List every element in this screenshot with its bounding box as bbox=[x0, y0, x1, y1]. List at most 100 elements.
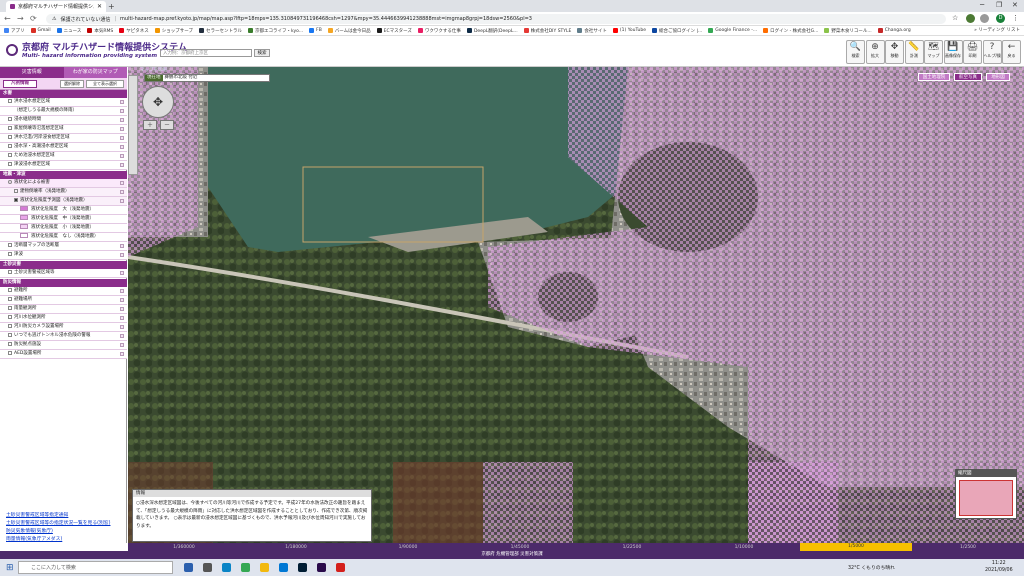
layer-row[interactable]: ため池浸水想定区域 bbox=[0, 152, 127, 161]
extension-icon[interactable] bbox=[966, 14, 975, 23]
layer-checkbox[interactable] bbox=[8, 251, 12, 256]
layer-checkbox[interactable] bbox=[8, 296, 12, 301]
layer-row[interactable]: 洪水浸水想定区域 bbox=[0, 98, 127, 107]
print-map-link[interactable]: マップを印刷 bbox=[140, 67, 167, 73]
layer-row[interactable]: 浸水深・高潮浸水想定区域 bbox=[0, 143, 127, 152]
layer-section-header[interactable]: 地震・津波 bbox=[0, 171, 127, 179]
layer-row[interactable]: 家屋倒壊等氾濫想定区域 bbox=[0, 125, 127, 134]
layer-help-icon[interactable] bbox=[120, 154, 124, 158]
mail-icon[interactable] bbox=[279, 563, 288, 572]
bookmark-item[interactable]: ショップサーブ bbox=[154, 28, 193, 34]
layer-section-header[interactable]: 土砂災害 bbox=[0, 261, 127, 269]
toolbar-button[interactable]: 🗺 マップ bbox=[924, 40, 943, 64]
bookmark-item[interactable]: アプリ bbox=[4, 28, 25, 34]
scale-step[interactable]: 1/180000 bbox=[240, 545, 352, 550]
acrobat-icon[interactable] bbox=[336, 563, 345, 572]
reading-list-button[interactable]: » リーディング リスト bbox=[974, 27, 1020, 33]
bookmark-item[interactable]: 本気RMS bbox=[87, 28, 113, 34]
map-side-controls[interactable] bbox=[128, 75, 138, 175]
edge-icon[interactable] bbox=[222, 563, 231, 572]
windows-start-icon[interactable]: ⊞ bbox=[6, 563, 14, 573]
overview-minimap[interactable]: 縮尺図 bbox=[955, 469, 1017, 519]
minimap-view[interactable] bbox=[959, 480, 1013, 516]
layer-row[interactable]: いつでも逃げトンネル浸水危険の警報 bbox=[0, 332, 127, 341]
panel-link[interactable]: 土砂災害警戒区域等の指定状況一覧を見る(別窓) bbox=[6, 519, 126, 526]
layer-checkbox[interactable] bbox=[8, 116, 12, 121]
layer-checkbox[interactable] bbox=[8, 332, 12, 337]
layer-checkbox[interactable] bbox=[8, 242, 12, 247]
layer-row[interactable]: 液状化危険度 大（浅発地震） bbox=[0, 206, 127, 215]
bookmark-item[interactable]: バームは金今日品 bbox=[327, 28, 371, 34]
layer-checkbox[interactable] bbox=[14, 197, 18, 202]
layer-checkbox[interactable] bbox=[8, 161, 12, 166]
chrome-icon[interactable] bbox=[241, 563, 250, 572]
map-canvas[interactable] bbox=[128, 67, 1024, 543]
layer-row[interactable]: 避難場所 bbox=[0, 296, 127, 305]
bookmark-star-icon[interactable]: ☆ bbox=[952, 14, 958, 22]
layer-row[interactable]: 津波浸水想定区域 bbox=[0, 161, 127, 170]
bookmark-item[interactable]: DeepL翻訳(DeepL... bbox=[466, 28, 518, 34]
layer-checkbox[interactable] bbox=[8, 305, 12, 310]
layer-checkbox[interactable] bbox=[8, 350, 12, 355]
scale-step[interactable]: 1/90000 bbox=[352, 545, 464, 550]
layer-checkbox[interactable] bbox=[8, 269, 12, 274]
select-all-button[interactable]: 全て表示選択 bbox=[86, 80, 124, 88]
forward-icon[interactable]: → bbox=[17, 14, 24, 23]
basemap-button[interactable]: 地形図 bbox=[986, 73, 1010, 81]
scale-step[interactable]: 1/2500 bbox=[912, 545, 1024, 550]
layer-row[interactable]: 洪水氾濫/河岸浸食想定区域 bbox=[0, 134, 127, 143]
zoom-in-button[interactable]: ＋ bbox=[143, 120, 157, 130]
layer-row[interactable]: 液状化危険度 小（浅発地震） bbox=[0, 224, 127, 233]
minimize-icon[interactable]: ─ bbox=[980, 1, 984, 9]
layer-row[interactable]: 浸水継続時間 bbox=[0, 116, 127, 125]
layer-checkbox[interactable] bbox=[8, 143, 12, 148]
layer-row[interactable]: 雨量観測所 bbox=[0, 305, 127, 314]
bookmark-item[interactable]: ECマスターズ bbox=[376, 28, 412, 34]
bookmark-item[interactable]: ニュース bbox=[56, 28, 81, 34]
taskbar-clock[interactable]: 11:22 2021/09/06 bbox=[985, 560, 1013, 574]
bookmark-item[interactable]: Changa.org bbox=[877, 28, 911, 33]
basemap-button[interactable]: 国土地理院 bbox=[918, 73, 950, 81]
layer-help-icon[interactable] bbox=[120, 109, 124, 113]
layer-help-icon[interactable] bbox=[120, 199, 124, 203]
url-bar[interactable]: ⚠ 保護されていない通信 | multi-hazard-map.pref.kyo… bbox=[46, 14, 946, 24]
layer-help-icon[interactable] bbox=[120, 163, 124, 167]
layer-row[interactable]: 液状化危険度予測図（浅発地震） bbox=[0, 197, 127, 206]
layer-help-icon[interactable] bbox=[120, 100, 124, 104]
layer-help-icon[interactable] bbox=[120, 298, 124, 302]
maximize-icon[interactable]: ❐ bbox=[996, 1, 1002, 9]
search-button[interactable]: 検索 bbox=[254, 49, 270, 57]
layer-help-icon[interactable] bbox=[120, 244, 124, 248]
warning-icon[interactable]: ⚠ bbox=[52, 16, 56, 22]
bookmark-item[interactable]: 総合ご協ログイン |... bbox=[652, 28, 702, 34]
layer-checkbox[interactable] bbox=[8, 314, 12, 319]
toolbar-button[interactable]: ⊕ 拡大 bbox=[865, 40, 885, 64]
layer-help-icon[interactable] bbox=[120, 118, 124, 122]
layer-row[interactable]: 津波 bbox=[0, 251, 127, 260]
bookmark-item[interactable]: セラーセントラル bbox=[199, 28, 242, 34]
address-search-input[interactable]: 入力例：京都府上京区 bbox=[160, 49, 252, 57]
layer-row[interactable]: 河川防災カメラ設置場所 bbox=[0, 323, 127, 332]
bookmark-item[interactable]: Google Finance -... bbox=[708, 28, 757, 33]
layer-help-icon[interactable] bbox=[120, 181, 124, 185]
bookmark-item[interactable]: 野菜木食リコール... bbox=[824, 28, 872, 34]
layer-section-header[interactable]: 水害 bbox=[0, 90, 127, 98]
layer-row[interactable]: 建物倒壊率（浅発地震） bbox=[0, 188, 127, 197]
layer-help-icon[interactable] bbox=[120, 271, 124, 275]
photoshop-icon[interactable] bbox=[298, 563, 307, 572]
layer-radio[interactable] bbox=[8, 179, 12, 184]
cortana-icon[interactable] bbox=[184, 563, 193, 572]
layer-help-icon[interactable] bbox=[120, 325, 124, 329]
layer-row[interactable]: 防災拠点施設 bbox=[0, 341, 127, 350]
bookmark-item[interactable]: ログイン - 株式会社G... bbox=[763, 28, 818, 34]
layer-row[interactable]: 液状化危険度 なし（浅発地震） bbox=[0, 233, 127, 242]
toolbar-button[interactable]: 📏 計測 bbox=[904, 40, 924, 64]
layer-checkbox[interactable] bbox=[8, 287, 12, 292]
bookmark-item[interactable]: ヤピタネス bbox=[119, 28, 149, 34]
close-tab-icon[interactable]: ✕ bbox=[97, 3, 102, 10]
scale-step[interactable]: 1/45000 bbox=[464, 545, 576, 550]
toolbar-button[interactable]: ?ヘルプ/操作 bbox=[982, 40, 1002, 64]
taskbar-search-input[interactable]: ここに入力して検索 bbox=[18, 561, 173, 574]
bookmark-item[interactable]: ワクワクする仕事 bbox=[417, 28, 461, 34]
scale-step[interactable]: 1/22500 bbox=[576, 545, 688, 550]
